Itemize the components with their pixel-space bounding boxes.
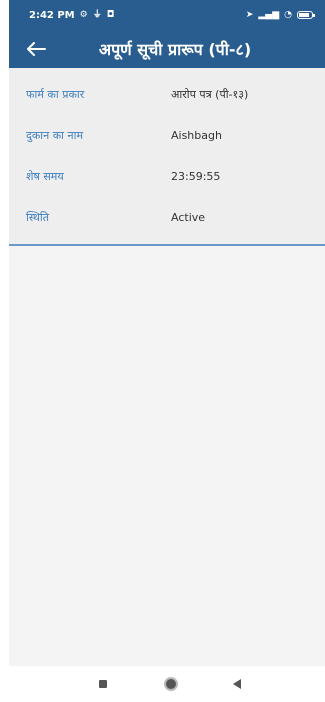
status-value: Active <box>171 211 206 224</box>
home-button[interactable] <box>162 675 180 693</box>
status-left: 2:42 PM ⚙ ⏚ ◘ <box>29 10 114 21</box>
app-bar: अपूर्ण सूची प्रारूप (पी-८) <box>9 30 325 68</box>
detail-row-status: स्थिति Active <box>9 197 325 238</box>
remaining-time-label: शेष समय <box>26 170 64 183</box>
signal-icon: ▂▄▆ <box>258 9 280 20</box>
status-time: 2:42 PM <box>29 9 75 21</box>
details-card: फार्म का प्रकार आरोप पत्र (पी-१३) दुकान … <box>9 68 325 246</box>
form-type-value: आरोप पत्र (पी-१३) <box>171 88 249 101</box>
page-title: अपूर्ण सूची प्रारूप (पी-८) <box>98 40 252 59</box>
arrow-left-icon <box>27 42 46 56</box>
wifi-icon: ◔ <box>284 9 292 20</box>
usb-icon: ⏚ <box>92 9 102 20</box>
status-right: ➤ ▂▄▆ ◔ <box>245 9 315 20</box>
system-nav-bar <box>0 666 325 702</box>
detail-row-remaining-time: शेष समय 23:59:55 <box>9 156 325 197</box>
form-type-label: फार्म का प्रकार <box>26 88 85 101</box>
system-back-button[interactable] <box>228 675 246 693</box>
battery-icon <box>297 11 315 19</box>
recents-button[interactable] <box>94 675 112 693</box>
shop-name-label: दुकान का नाम <box>26 129 84 142</box>
notification-icon: ◘ <box>106 9 115 20</box>
screen-frame: 2:42 PM ⚙ ⏚ ◘ ➤ ▂▄▆ ◔ अपूर्ण सूची प्रारू… <box>0 0 325 702</box>
shop-name-value: Aishbagh <box>171 129 222 142</box>
status-bar: 2:42 PM ⚙ ⏚ ◘ ➤ ▂▄▆ ◔ <box>9 0 325 30</box>
detail-row-shop-name: दुकान का नाम Aishbagh <box>9 115 325 156</box>
back-triangle-icon <box>233 679 241 689</box>
home-circle-icon <box>164 677 178 691</box>
location-icon: ➤ <box>245 9 254 20</box>
app-screen: 2:42 PM ⚙ ⏚ ◘ ➤ ▂▄▆ ◔ अपूर्ण सूची प्रारू… <box>9 0 325 666</box>
detail-row-form-type: फार्म का प्रकार आरोप पत्र (पी-१३) <box>9 74 325 115</box>
status-label: स्थिति <box>26 211 50 224</box>
back-button[interactable] <box>23 36 49 62</box>
recents-square-icon <box>99 680 107 688</box>
remaining-time-value: 23:59:55 <box>171 170 221 183</box>
settings-icon: ⚙ <box>79 9 88 20</box>
